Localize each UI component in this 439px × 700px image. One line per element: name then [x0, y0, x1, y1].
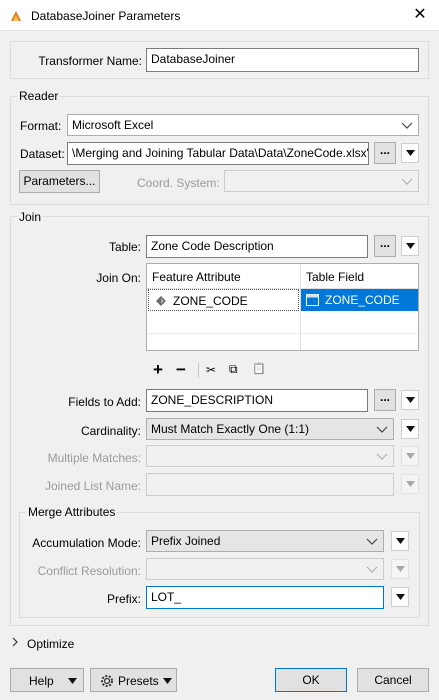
cardinality-menu-button[interactable]: [401, 419, 419, 439]
multiple-matches-menu-button[interactable]: [401, 446, 419, 466]
field-cell[interactable]: ZONE_CODE: [301, 289, 418, 311]
ok-button[interactable]: OK: [275, 668, 347, 692]
joined-list-name-label: Joined List Name:: [44, 479, 141, 493]
triangle-down-icon: [406, 453, 415, 459]
table-field-icon: [306, 294, 319, 306]
accumulation-menu-button[interactable]: [391, 531, 409, 551]
table-menu-button[interactable]: [401, 236, 419, 256]
table-browse-button[interactable]: ...: [374, 235, 396, 257]
format-value: Microsoft Excel: [72, 118, 154, 132]
joined-list-menu-button[interactable]: [401, 474, 419, 494]
table-row[interactable]: ZONE_CODE ZONE_CODE: [147, 289, 418, 311]
conflict-resolution-select[interactable]: [146, 558, 384, 580]
chevron-down-icon: [376, 453, 388, 460]
joined-list-name-input[interactable]: [146, 473, 394, 496]
attribute-icon: [156, 296, 166, 306]
conflict-resolution-label: Conflict Resolution:: [37, 564, 141, 578]
format-label: Format:: [20, 119, 62, 133]
close-icon[interactable]: ✕: [409, 5, 431, 25]
multiple-matches-select[interactable]: [146, 445, 394, 467]
coord-system-select[interactable]: [224, 170, 419, 192]
toolbar-divider: [198, 363, 199, 378]
add-row-button[interactable]: +: [153, 360, 163, 380]
triangle-down-icon: [406, 426, 415, 432]
gear-icon: [101, 675, 113, 687]
reader-section-title: Reader: [17, 89, 61, 103]
triangle-down-icon: [396, 594, 405, 600]
chevron-down-icon: [401, 122, 413, 129]
triangle-down-icon: [163, 678, 172, 684]
table-input[interactable]: Zone Code Description: [146, 235, 368, 258]
copy-icon[interactable]: ⧉: [229, 362, 238, 377]
triangle-down-icon: [406, 397, 415, 403]
fields-menu-button[interactable]: [401, 390, 419, 410]
parameters-button[interactable]: Parameters...: [19, 170, 100, 193]
fields-browse-button[interactable]: ...: [374, 389, 396, 411]
triangle-down-icon: [68, 678, 77, 684]
fields-to-add-label: Fields to Add:: [68, 395, 141, 409]
dataset-label: Dataset:: [20, 147, 65, 161]
empty-row-divider: [147, 333, 418, 334]
feature-attribute-value: ZONE_CODE: [173, 294, 248, 308]
presets-button[interactable]: Presets: [90, 668, 177, 692]
triangle-down-icon: [396, 566, 405, 572]
fields-to-add-input[interactable]: ZONE_DESCRIPTION: [146, 389, 368, 412]
join-section-title: Join: [17, 210, 44, 224]
help-button[interactable]: Help: [10, 668, 84, 692]
transformer-name-label: Transformer Name:: [38, 54, 142, 68]
dataset-input[interactable]: \Merging and Joining Tabular Data\Data\Z…: [67, 142, 369, 165]
triangle-down-icon: [406, 243, 415, 249]
accumulation-mode-value: Prefix Joined: [151, 534, 221, 548]
conflict-menu-button[interactable]: [391, 559, 409, 579]
chevron-down-icon: [366, 538, 378, 545]
cardinality-value: Must Match Exactly One (1:1): [151, 422, 310, 436]
dataset-browse-button[interactable]: ...: [374, 142, 396, 164]
merge-attributes-title: Merge Attributes: [26, 505, 118, 519]
feature-cell[interactable]: ZONE_CODE: [148, 289, 299, 311]
column-header-feature[interactable]: Feature Attribute: [152, 270, 241, 284]
prefix-menu-button[interactable]: [391, 587, 409, 607]
format-select[interactable]: Microsoft Excel: [67, 114, 419, 136]
triangle-down-icon: [406, 150, 415, 156]
cardinality-select[interactable]: Must Match Exactly One (1:1): [146, 418, 394, 440]
column-header-field[interactable]: Table Field: [306, 270, 364, 284]
table-field-value: ZONE_CODE: [325, 293, 400, 307]
presets-label: Presets: [118, 674, 159, 688]
cut-icon[interactable]: ✂: [206, 363, 216, 377]
chevron-down-icon: [401, 178, 413, 185]
window-title: DatabaseJoiner Parameters: [31, 9, 181, 23]
cancel-button[interactable]: Cancel: [357, 668, 429, 692]
remove-row-button[interactable]: −: [176, 360, 186, 380]
prefix-label: Prefix:: [106, 592, 141, 606]
triangle-down-icon: [406, 481, 415, 487]
dataset-menu-button[interactable]: [401, 143, 419, 163]
triangle-down-icon: [396, 538, 405, 544]
optimize-section-label[interactable]: Optimize: [27, 637, 74, 651]
chevron-down-icon: [376, 426, 388, 433]
chevron-right-icon[interactable]: [11, 637, 19, 647]
paste-icon[interactable]: 📋: [252, 362, 266, 375]
accumulation-mode-select[interactable]: Prefix Joined: [146, 530, 384, 552]
coord-system-label: Coord. System:: [137, 176, 220, 190]
fme-app-icon: [11, 11, 21, 21]
transformer-name-input[interactable]: DatabaseJoiner: [146, 48, 419, 72]
table-label: Table:: [108, 240, 141, 254]
join-on-table[interactable]: Feature Attribute Table Field ZONE_CODE …: [146, 263, 419, 351]
cardinality-label: Cardinality:: [80, 424, 141, 438]
prefix-input[interactable]: LOT_: [146, 586, 384, 609]
accumulation-mode-label: Accumulation Mode:: [32, 536, 141, 550]
join-on-label: Join On:: [96, 271, 141, 285]
chevron-down-icon: [366, 566, 378, 573]
multiple-matches-label: Multiple Matches:: [47, 451, 141, 465]
help-label: Help: [29, 674, 54, 688]
